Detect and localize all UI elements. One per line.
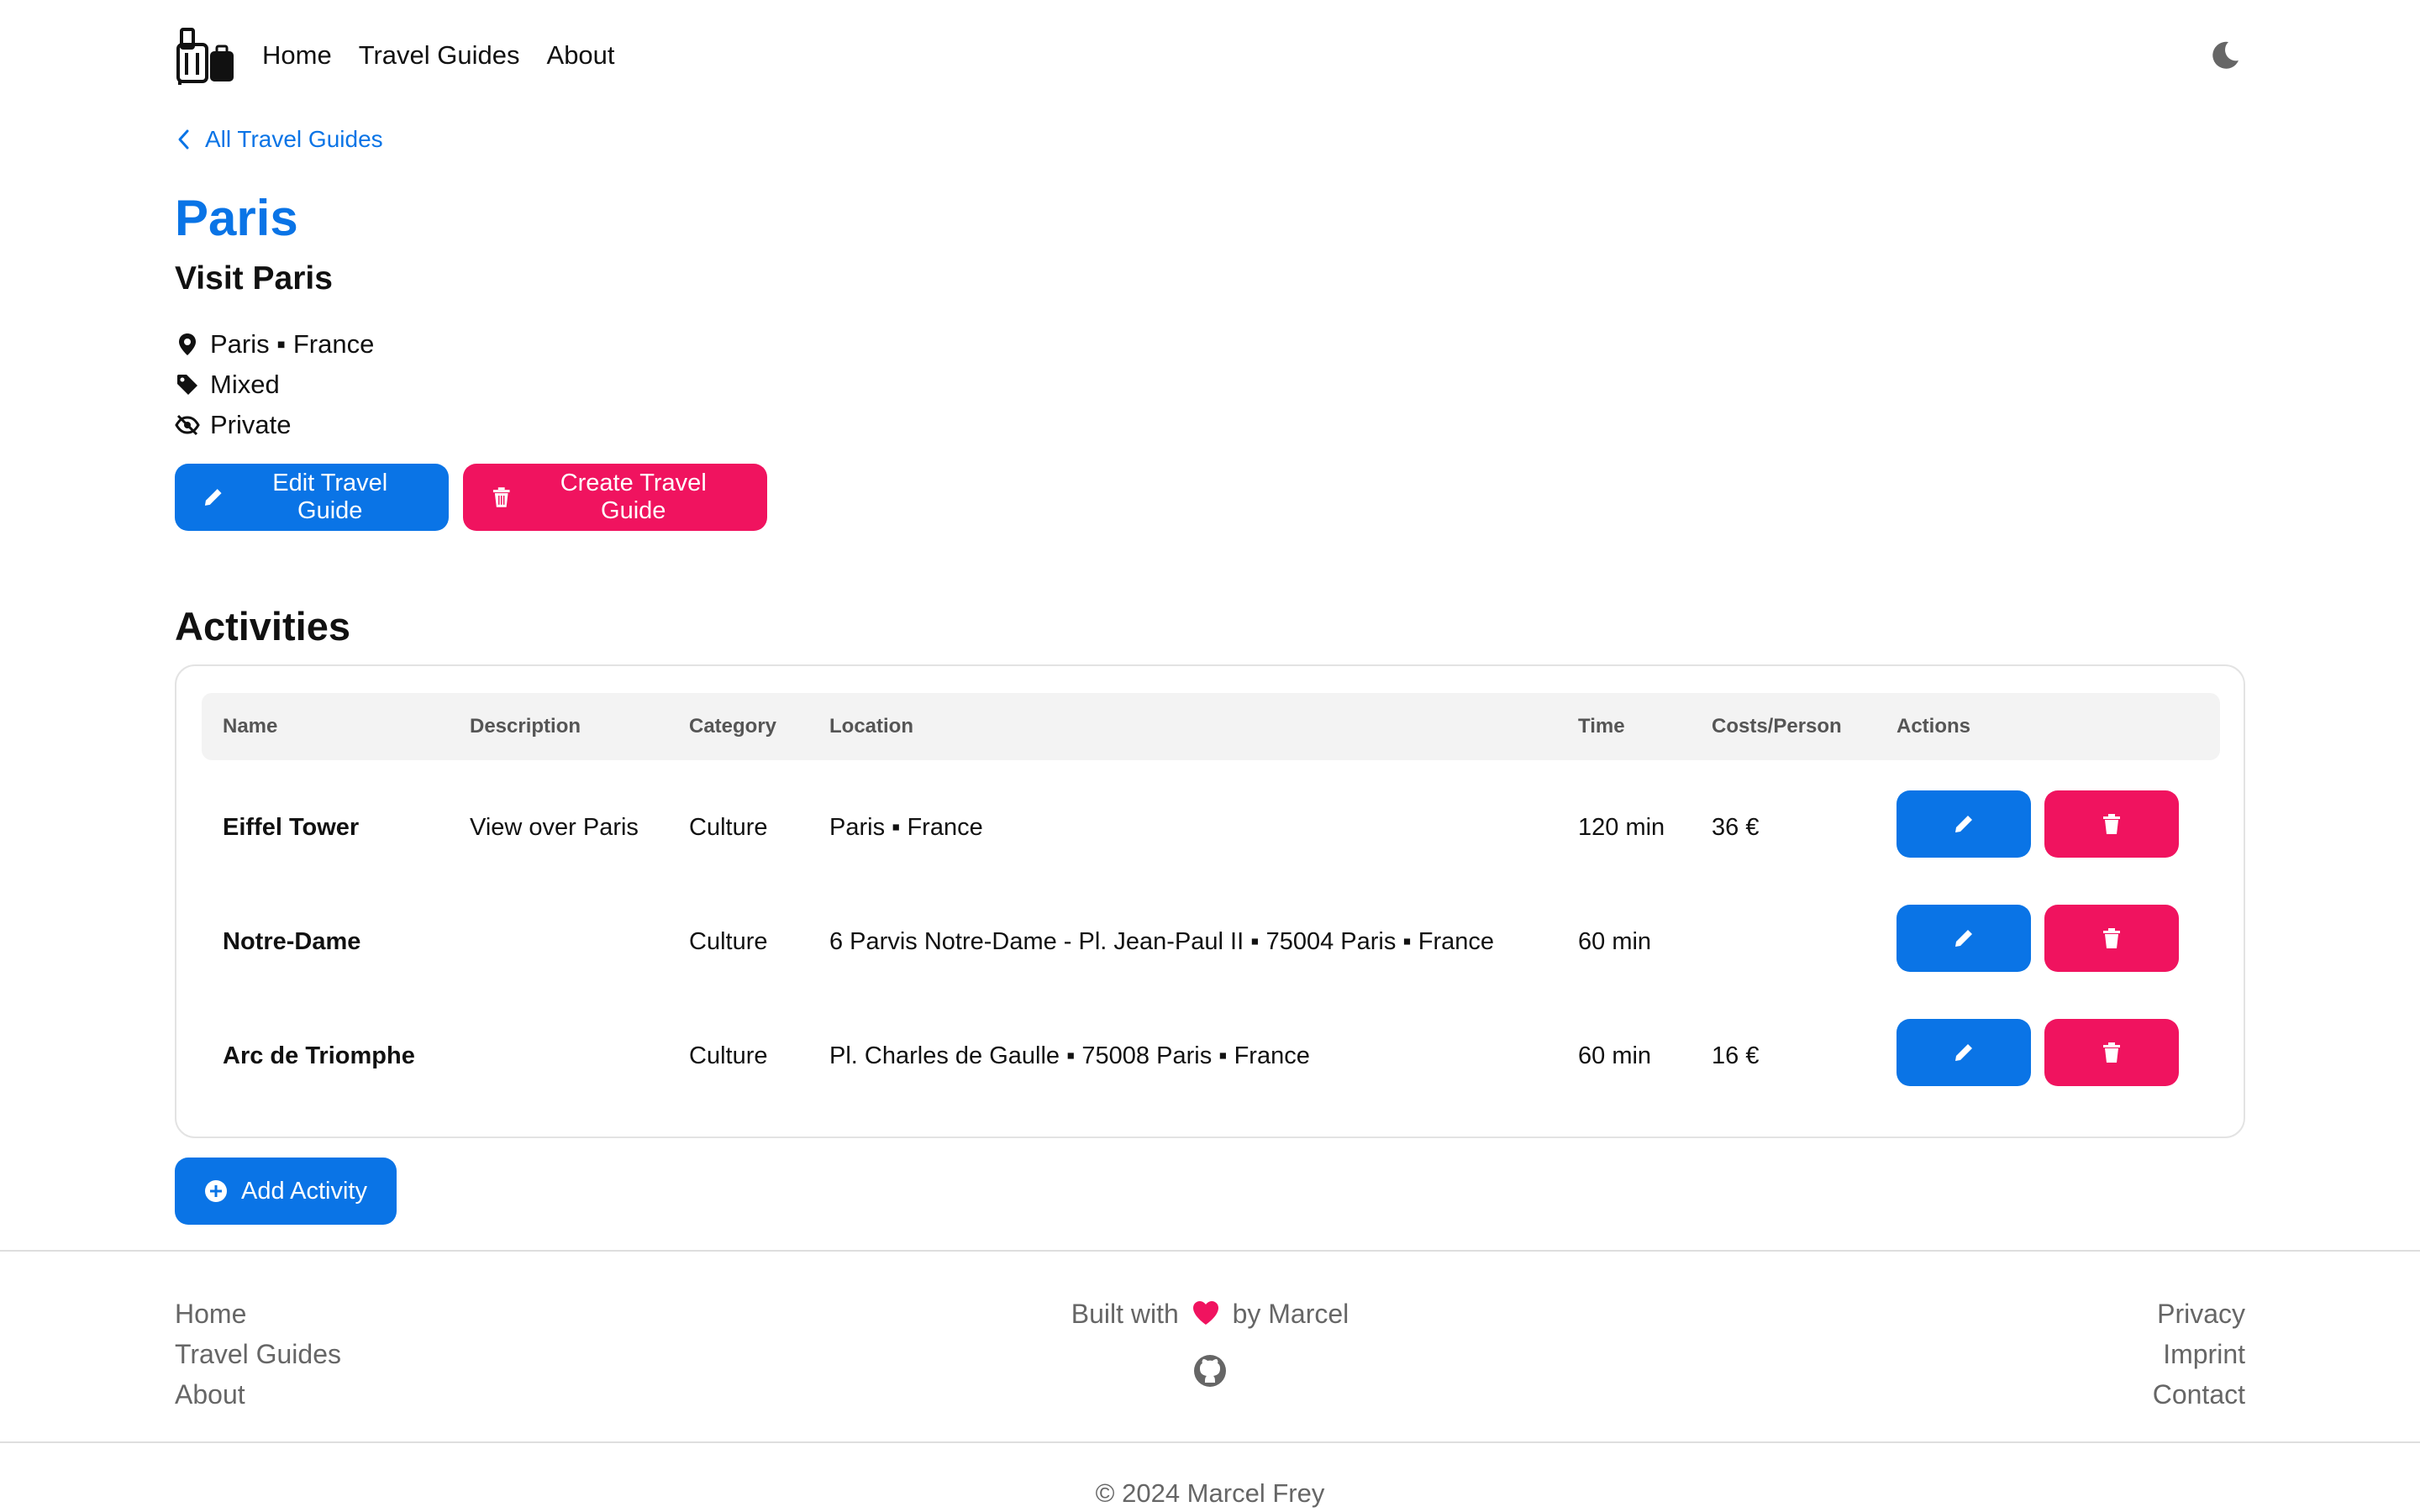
add-activity-button[interactable]: Add Activity [175,1158,397,1225]
footer-divider [0,1250,2420,1252]
guide-actions: Edit Travel Guide Create Travel Guide [175,464,767,531]
table-row: Eiffel Tower View over Paris Culture Par… [202,770,2220,885]
cell-time: 120 min [1578,814,1665,841]
page-title: Paris [175,190,298,246]
navbar: Home Travel Guides About [175,25,2245,86]
meta-location-text: Paris ▪ France [210,329,375,359]
footer-contact-link[interactable]: Contact [2153,1374,2245,1415]
moon-icon[interactable] [2208,39,2242,72]
delete-activity-button[interactable] [2044,1019,2179,1086]
built-with-prefix: Built with [1071,1299,1179,1329]
nav-home[interactable]: Home [262,40,332,71]
copyright: © 2024 Marcel Frey [1095,1478,1325,1508]
edit-travel-guide-label: Edit Travel Guide [272,470,388,524]
delete-activity-button[interactable] [2044,905,2179,972]
chevron-left-icon [178,129,189,150]
activities-table: Name Description Category Location Time … [175,664,2245,1138]
meta-visibility: Private [175,405,374,445]
cell-location: 6 Parvis Notre-Dame - Pl. Jean-Paul II ▪… [829,928,1494,955]
plus-circle-icon [205,1180,228,1202]
add-activity-label: Add Activity [241,1177,367,1205]
trash-icon [2103,1042,2120,1063]
cell-time: 60 min [1578,928,1652,955]
footer-privacy-link[interactable]: Privacy [2153,1294,2245,1334]
table-header: Name Description Category Location Time … [202,693,2220,760]
trash-icon [2103,814,2120,834]
col-location: Location [829,715,913,738]
table-row: Arc de Triomphe Culture Pl. Charles de G… [202,999,2220,1113]
edit-activity-button[interactable] [1897,1019,2031,1086]
pencil-icon [1955,816,1972,832]
meta-visibility-text: Private [210,410,292,439]
nav-links: Home Travel Guides About [262,40,642,71]
github-icon[interactable] [1193,1354,1227,1388]
edit-activity-button[interactable] [1897,905,2031,972]
tag-icon [177,375,197,395]
footer-bottom-divider [0,1441,2420,1443]
cell-location: Pl. Charles de Gaulle ▪ 75008 Paris ▪ Fr… [829,1042,1310,1069]
pencil-icon [1955,1044,1972,1061]
guide-meta: Paris ▪ France Mixed Private [175,324,374,445]
col-actions: Actions [1897,715,1971,738]
cell-category: Culture [689,814,768,841]
page: Home Travel Guides About All Travel Guid… [0,0,2420,1512]
cell-name: Arc de Triomphe [223,1042,415,1069]
cell-category: Culture [689,928,768,955]
back-link[interactable]: All Travel Guides [175,126,383,153]
create-travel-guide-button[interactable]: Create Travel Guide [463,464,767,531]
col-time: Time [1578,715,1625,738]
cell-location: Paris ▪ France [829,814,983,841]
pencil-icon [204,489,222,506]
meta-category: Mixed [175,365,374,405]
nav-travel-guides[interactable]: Travel Guides [359,40,520,71]
meta-location: Paris ▪ France [175,324,374,365]
edit-activity-button[interactable] [1897,790,2031,858]
footer-imprint-link[interactable]: Imprint [2153,1334,2245,1374]
col-description: Description [470,715,581,738]
create-travel-guide-label: Create Travel Guide [560,470,707,524]
cell-name: Eiffel Tower [223,814,360,841]
table-row: Notre-Dame Culture 6 Parvis Notre-Dame -… [202,885,2220,999]
cell-category: Culture [689,1042,768,1069]
col-name: Name [223,715,278,738]
col-costs: Costs/Person [1712,715,1842,738]
activities-title: Activities [175,604,350,648]
footer-travel-guides-link[interactable]: Travel Guides [175,1334,341,1374]
luggage-icon[interactable] [175,26,237,85]
map-pin-icon [179,333,196,355]
page-subtitle: Visit Paris [175,260,333,297]
cell-cost: 36 € [1712,814,1760,841]
trash-icon [492,487,510,507]
cell-name: Notre-Dame [223,928,361,955]
built-with-suffix: by Marcel [1232,1299,1349,1329]
edit-travel-guide-button[interactable]: Edit Travel Guide [175,464,449,531]
meta-category-text: Mixed [210,370,280,399]
footer-about-link[interactable]: About [175,1374,341,1415]
back-link-label: All Travel Guides [205,126,383,152]
pencil-icon [1955,930,1972,947]
trash-icon [2103,928,2120,948]
cell-description: View over Paris [470,814,639,841]
cell-time: 60 min [1578,1042,1652,1069]
col-category: Category [689,715,777,738]
nav-about[interactable]: About [547,40,615,71]
eye-slash-icon [175,414,200,436]
delete-activity-button[interactable] [2044,790,2179,858]
cell-cost: 16 € [1712,1042,1760,1069]
built-with: Built with by Marcel [0,1294,2420,1334]
heart-icon [1192,1301,1218,1325]
footer-legal: Privacy Imprint Contact [2153,1294,2245,1415]
